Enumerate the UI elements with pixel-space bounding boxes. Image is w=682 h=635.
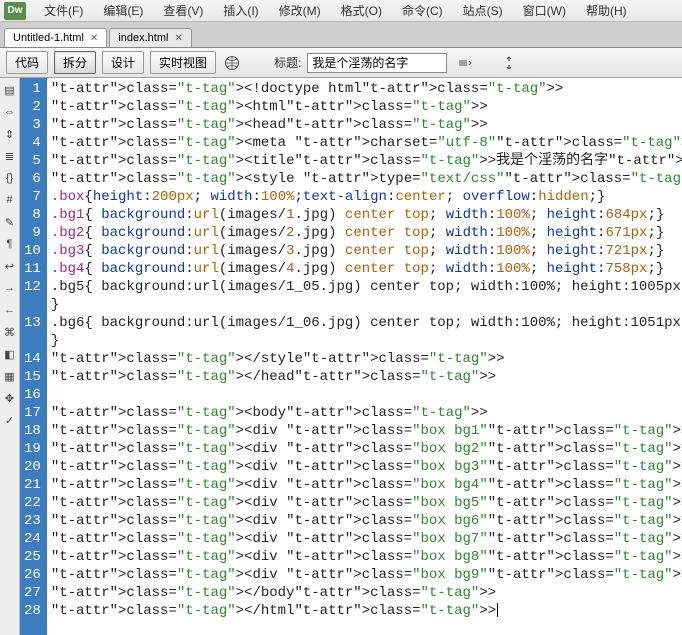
tool-validate-icon[interactable]: ✓ bbox=[2, 412, 18, 428]
title-input[interactable] bbox=[307, 53, 447, 73]
tool-select-parent-icon[interactable]: ≣ bbox=[2, 148, 18, 164]
document-tabbar: Untitled-1.html ✕ index.html ✕ bbox=[0, 22, 682, 48]
close-icon[interactable]: ✕ bbox=[174, 33, 182, 44]
menu-edit[interactable]: 编辑(E) bbox=[93, 0, 153, 21]
menu-view[interactable]: 查看(V) bbox=[153, 0, 213, 21]
tab-label: Untitled-1.html bbox=[13, 32, 84, 44]
menu-site[interactable]: 站点(S) bbox=[453, 0, 513, 21]
close-icon[interactable]: ✕ bbox=[90, 33, 98, 44]
tab-index[interactable]: index.html ✕ bbox=[109, 28, 192, 47]
tab-untitled[interactable]: Untitled-1.html ✕ bbox=[4, 28, 107, 47]
menu-bar: Dw 文件(F) 编辑(E) 查看(V) 插入(I) 修改(M) 格式(O) 命… bbox=[0, 0, 682, 22]
dropdown-icon[interactable] bbox=[453, 53, 477, 73]
tool-recent-icon[interactable]: ◧ bbox=[2, 346, 18, 362]
code-toolstrip: ▤ ⇔ ⇕ ≣ {} # ✎ ¶ ↩ → ← ⌘ ◧ ▦ ✥ ✓ bbox=[0, 78, 20, 635]
tool-move-icon[interactable]: ✥ bbox=[2, 390, 18, 406]
view-live-button[interactable]: 实时视图 bbox=[150, 51, 216, 74]
code-area[interactable]: "t-attr">class="t-tag"><!doctype html"t-… bbox=[47, 78, 682, 635]
app-logo: Dw bbox=[4, 2, 26, 20]
refresh-icon[interactable] bbox=[499, 53, 519, 73]
tool-highlight-icon[interactable]: ✎ bbox=[2, 214, 18, 230]
tool-snippet-icon[interactable]: ▦ bbox=[2, 368, 18, 384]
tool-wrap-icon[interactable]: ↩ bbox=[2, 258, 18, 274]
globe-icon[interactable] bbox=[222, 53, 242, 73]
menu-window[interactable]: 窗口(W) bbox=[513, 0, 576, 21]
tool-collapse-icon[interactable]: ⇔ bbox=[2, 104, 18, 120]
view-design-button[interactable]: 设计 bbox=[102, 51, 144, 74]
tool-outdent-icon[interactable]: ← bbox=[2, 302, 18, 318]
view-code-button[interactable]: 代码 bbox=[6, 51, 48, 74]
menu-modify[interactable]: 修改(M) bbox=[269, 0, 331, 21]
view-split-button[interactable]: 拆分 bbox=[54, 51, 96, 74]
tool-balance-icon[interactable]: {} bbox=[2, 170, 18, 186]
menu-format[interactable]: 格式(O) bbox=[331, 0, 392, 21]
tool-line-icon[interactable]: # bbox=[2, 192, 18, 208]
menu-insert[interactable]: 插入(I) bbox=[213, 0, 268, 21]
tool-open-icon[interactable]: ▤ bbox=[2, 82, 18, 98]
tool-indent-icon[interactable]: → bbox=[2, 280, 18, 296]
menu-commands[interactable]: 命令(C) bbox=[392, 0, 453, 21]
line-gutter: 1234567891011121314151617181920212223242… bbox=[20, 78, 47, 635]
document-toolbar: 代码 拆分 设计 实时视图 标题: bbox=[0, 48, 682, 78]
menu-file[interactable]: 文件(F) bbox=[34, 0, 93, 21]
tool-format-icon[interactable]: ⌘ bbox=[2, 324, 18, 340]
tool-comment-icon[interactable]: ¶ bbox=[2, 236, 18, 252]
code-editor[interactable]: 1234567891011121314151617181920212223242… bbox=[20, 78, 682, 635]
menu-help[interactable]: 帮助(H) bbox=[576, 0, 637, 21]
tab-label: index.html bbox=[118, 32, 168, 44]
tool-expand-icon[interactable]: ⇕ bbox=[2, 126, 18, 142]
title-label: 标题: bbox=[274, 54, 301, 71]
workspace: ▤ ⇔ ⇕ ≣ {} # ✎ ¶ ↩ → ← ⌘ ◧ ▦ ✥ ✓ 1234567… bbox=[0, 78, 682, 635]
